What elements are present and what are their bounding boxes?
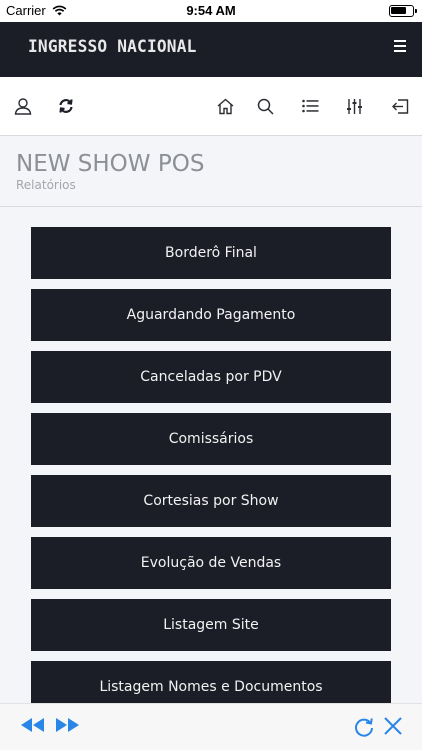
- battery-icon: [389, 5, 417, 17]
- report-button-aguardando-pagamento[interactable]: Aguardando Pagamento: [31, 289, 391, 341]
- rewind-icon[interactable]: [20, 716, 46, 734]
- bottom-bar: [0, 703, 422, 750]
- report-button-comissarios[interactable]: Comissários: [31, 413, 391, 465]
- report-list: Borderô Final Aguardando Pagamento Cance…: [31, 227, 391, 723]
- report-button-evolucao-de-vendas[interactable]: Evolução de Vendas: [31, 537, 391, 589]
- hamburger-icon[interactable]: [394, 40, 408, 54]
- report-button-listagem-site[interactable]: Listagem Site: [31, 599, 391, 651]
- home-icon[interactable]: [214, 95, 236, 117]
- search-icon[interactable]: [254, 95, 276, 117]
- report-button-bordero-final[interactable]: Borderô Final: [31, 227, 391, 279]
- fast-forward-icon[interactable]: [54, 716, 80, 734]
- page-header: NEW SHOW POS Relatórios: [0, 137, 422, 207]
- logo: INGRESSO NACIONAL: [28, 37, 197, 57]
- toolbar: [0, 77, 422, 136]
- close-icon[interactable]: [383, 716, 403, 736]
- list-icon[interactable]: [299, 95, 321, 117]
- breadcrumb: Relatórios: [16, 178, 76, 192]
- refresh-icon[interactable]: [55, 95, 77, 117]
- user-icon[interactable]: [12, 95, 34, 117]
- logout-icon[interactable]: [389, 95, 411, 117]
- app-header: INGRESSO NACIONAL: [0, 22, 422, 77]
- sliders-icon[interactable]: [343, 95, 365, 117]
- status-bar: Carrier 9:54 AM: [0, 0, 422, 22]
- report-button-cortesias-por-show[interactable]: Cortesias por Show: [31, 475, 391, 527]
- reload-icon[interactable]: [353, 716, 375, 738]
- battery-level: [391, 7, 406, 14]
- report-button-canceladas-por-pdv[interactable]: Canceladas por PDV: [31, 351, 391, 403]
- page-title: NEW SHOW POS: [16, 151, 205, 177]
- status-time: 9:54 AM: [186, 3, 236, 18]
